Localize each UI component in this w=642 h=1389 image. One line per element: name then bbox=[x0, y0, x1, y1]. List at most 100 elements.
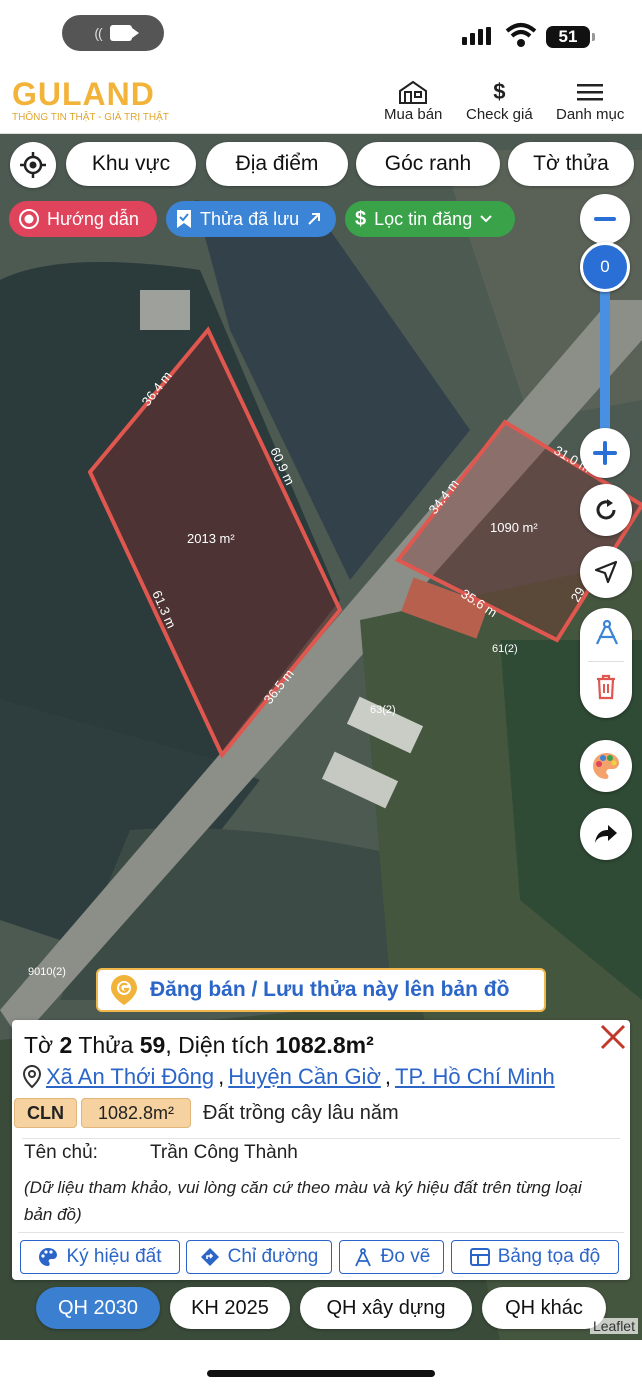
nav-menu[interactable]: Danh mục bbox=[556, 78, 624, 123]
filter-listings-button[interactable]: $ Lọc tin đăng bbox=[345, 201, 515, 237]
plot-label: 63(2) bbox=[370, 704, 396, 716]
guide-label: Hướng dẫn bbox=[47, 208, 139, 229]
dollar-icon: $ bbox=[493, 79, 506, 104]
palette-icon bbox=[593, 753, 620, 779]
color-legend-button[interactable] bbox=[580, 740, 632, 792]
table-icon bbox=[469, 1248, 490, 1266]
action-label: Bảng tọa độ bbox=[497, 1246, 601, 1267]
share-button[interactable] bbox=[580, 808, 632, 860]
guide-button[interactable]: Hướng dẫn bbox=[9, 201, 157, 237]
nav-label: Check giá bbox=[466, 106, 533, 123]
chip-area[interactable]: Khu vực bbox=[66, 142, 196, 186]
zoom-out-button[interactable] bbox=[580, 194, 630, 244]
chip-place[interactable]: Địa điểm bbox=[206, 142, 348, 186]
logo-text: GULAND bbox=[12, 76, 155, 112]
external-arrow-icon bbox=[308, 213, 321, 225]
compass-draw-icon bbox=[596, 619, 618, 645]
chip-corner[interactable]: Góc ranh bbox=[356, 142, 500, 186]
district-link[interactable]: Huyện Cần Giờ bbox=[228, 1064, 381, 1090]
leaflet-attribution[interactable]: Leaflet bbox=[589, 1318, 638, 1334]
layer-qh-2030[interactable]: QH 2030 bbox=[36, 1287, 160, 1329]
house-icon bbox=[397, 78, 429, 106]
city-link[interactable]: TP. Hồ Chí Minh bbox=[395, 1064, 555, 1090]
compass-draw-icon bbox=[354, 1248, 371, 1267]
action-label: Ký hiệu đất bbox=[66, 1246, 162, 1267]
action-label: Đo vẽ bbox=[380, 1246, 431, 1267]
layer-qh-construction[interactable]: QH xây dựng bbox=[300, 1287, 472, 1329]
owner-row: Tên chủ: Trần Công Thành bbox=[24, 1142, 298, 1164]
share-arrow-icon bbox=[595, 825, 617, 843]
bookmark-icon bbox=[177, 210, 191, 228]
land-use-description: Đất trồng cây lâu năm bbox=[203, 1101, 399, 1124]
delete-button[interactable] bbox=[595, 674, 617, 705]
divider bbox=[18, 1232, 624, 1233]
plot-label: 9010(2) bbox=[28, 966, 66, 978]
refresh-button[interactable] bbox=[580, 484, 632, 536]
chip-sheet-parcel[interactable]: Tờ thửa bbox=[508, 142, 634, 186]
parcel-info-card: Tờ 2 Thửa 59, Diện tích 1082.8m² Xã An T… bbox=[12, 1020, 630, 1280]
record-icon bbox=[19, 209, 39, 229]
layer-kh-2025[interactable]: KH 2025 bbox=[170, 1287, 290, 1329]
measure-button[interactable]: Đo vẽ bbox=[339, 1240, 444, 1274]
post-banner-text: Đăng bán / Lưu thửa này lên bản đồ bbox=[150, 978, 510, 1001]
directions-button[interactable]: Chỉ đường bbox=[186, 1240, 332, 1274]
menu-icon bbox=[577, 78, 604, 106]
minus-icon bbox=[594, 217, 616, 221]
ward-link[interactable]: Xã An Thới Đông bbox=[46, 1064, 214, 1090]
coordinates-table-button[interactable]: Bảng tọa độ bbox=[451, 1240, 619, 1274]
saved-parcels-button[interactable]: Thửa đã lưu bbox=[166, 201, 336, 237]
owner-label: Tên chủ: bbox=[24, 1142, 98, 1163]
dollar-icon: $ bbox=[355, 207, 367, 230]
cellular-signal-icon bbox=[462, 27, 491, 45]
owner-name: Trần Công Thành bbox=[150, 1142, 298, 1163]
parcel-area: 1082.8m² bbox=[275, 1032, 374, 1058]
plot-label: 61(2) bbox=[492, 643, 518, 655]
action-label: Chỉ đường bbox=[227, 1246, 319, 1267]
area-label: Diện tích bbox=[178, 1032, 269, 1058]
wifi-icon bbox=[505, 23, 537, 47]
measure-tool-button[interactable] bbox=[593, 618, 621, 651]
home-indicator[interactable] bbox=[207, 1370, 435, 1377]
logo-tagline: THÔNG TIN THẬT - GIÁ TRỊ THẬT bbox=[12, 112, 169, 123]
navigate-button[interactable] bbox=[580, 546, 632, 598]
app-header: GULAND THÔNG TIN THẬT - GIÁ TRỊ THẬT Mua… bbox=[0, 68, 642, 134]
zoom-slider-knob[interactable]: 0 bbox=[580, 242, 630, 292]
guland-pin-icon bbox=[111, 975, 137, 1005]
land-use-code: CLN bbox=[14, 1098, 77, 1128]
post-parcel-banner[interactable]: Đăng bán / Lưu thửa này lên bản đồ bbox=[96, 968, 546, 1012]
crosshair-icon bbox=[20, 152, 46, 178]
nav-check-price[interactable]: $ Check giá bbox=[466, 78, 533, 123]
nav-label: Mua bán bbox=[384, 106, 443, 123]
trash-icon bbox=[597, 674, 615, 700]
chevron-down-icon bbox=[480, 215, 492, 223]
screen-recording-indicator: (( bbox=[62, 15, 164, 51]
directions-icon bbox=[200, 1248, 219, 1266]
divider bbox=[22, 1138, 620, 1139]
sheet-label: Tờ bbox=[24, 1032, 54, 1058]
parcel-title: Tờ 2 Thửa 59, Diện tích 1082.8m² bbox=[24, 1032, 374, 1058]
status-bar: (( 51 bbox=[0, 0, 642, 68]
audio-wave-icon: (( bbox=[94, 25, 102, 41]
refresh-icon bbox=[596, 499, 616, 520]
layer-qh-other[interactable]: QH khác bbox=[482, 1287, 606, 1329]
location-pin-icon bbox=[22, 1065, 42, 1089]
zoom-in-button[interactable] bbox=[580, 428, 630, 478]
filter-label: Lọc tin đăng bbox=[374, 208, 473, 229]
sheet-number: 2 bbox=[59, 1032, 73, 1058]
land-use-area: 1082.8m² bbox=[81, 1098, 191, 1128]
battery-indicator: 51 bbox=[546, 26, 595, 48]
nav-buy-sell[interactable]: Mua bán bbox=[384, 78, 442, 123]
parcel-area-label: 1090 m² bbox=[490, 520, 538, 535]
draw-tools-group bbox=[580, 608, 632, 718]
layer-tabs: QH 2030 KH 2025 QH xây dựng QH khác bbox=[0, 1287, 642, 1329]
close-icon[interactable] bbox=[598, 1022, 628, 1052]
guland-logo[interactable]: GULAND THÔNG TIN THẬT - GIÁ TRỊ THẬT bbox=[12, 78, 169, 123]
parcel-address: Xã An Thới Đông, Huyện Cần Giờ, TP. Hồ C… bbox=[22, 1064, 555, 1090]
camera-icon bbox=[109, 25, 139, 41]
land-legend-button[interactable]: Ký hiệu đất bbox=[20, 1240, 180, 1274]
navigation-arrow-icon bbox=[594, 560, 618, 584]
my-location-button[interactable] bbox=[10, 142, 56, 188]
parcel-area-label: 2013 m² bbox=[187, 531, 235, 546]
filter-chip-row: Khu vực Địa điểm Góc ranh Tờ thửa bbox=[0, 142, 642, 188]
palette-icon bbox=[39, 1248, 58, 1266]
